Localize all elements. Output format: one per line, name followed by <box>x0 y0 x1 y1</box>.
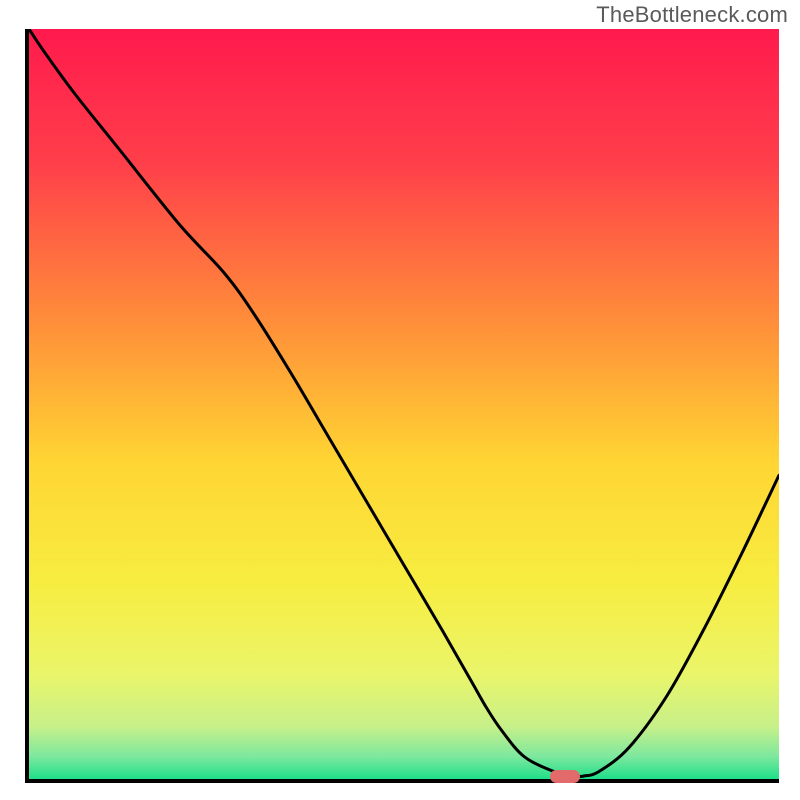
optimal-marker <box>550 770 580 783</box>
chart-background <box>29 29 779 779</box>
chart-plot-area <box>29 29 779 779</box>
chart-svg <box>29 29 779 779</box>
watermark-text: TheBottleneck.com <box>596 2 788 28</box>
